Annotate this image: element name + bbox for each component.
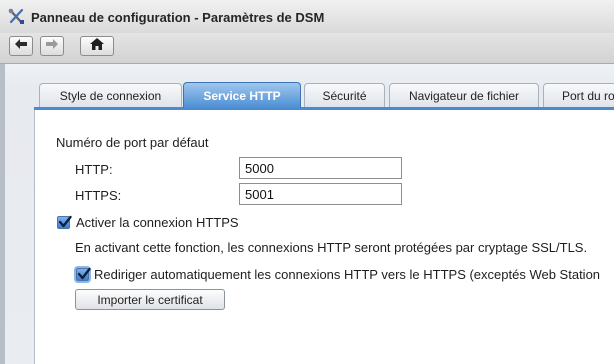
tab-port-du-routeur[interactable]: Port du ro (543, 83, 614, 107)
import-certificate-label: Importer le certificat (97, 292, 203, 307)
tab-label: Port du ro (562, 88, 614, 103)
redirect-https-label: Rediriger automatiquement les connexions… (94, 267, 601, 282)
arrow-right-icon (45, 37, 59, 55)
window-title: Panneau de configuration - Paramètres de… (31, 10, 325, 25)
redirect-https-checkbox[interactable] (76, 267, 91, 281)
tab-label: Style de connexion (59, 88, 162, 103)
tab-securite[interactable]: Sécurité (304, 83, 385, 107)
title-bar: Panneau de configuration - Paramètres de… (0, 0, 614, 34)
https-port-input[interactable] (239, 183, 402, 205)
http-port-input[interactable] (239, 157, 402, 179)
back-button[interactable] (9, 36, 33, 56)
home-icon (89, 37, 105, 56)
tab-label: Sécurité (322, 88, 367, 103)
tab-label: Navigateur de fichier (408, 88, 520, 103)
enable-https-checkbox[interactable] (57, 215, 72, 229)
home-button[interactable] (80, 36, 114, 56)
checkmark-icon (77, 267, 91, 280)
tab-bar: Style de connexion Service HTTP Sécurité… (5, 64, 614, 110)
http-port-label: HTTP: (75, 162, 113, 177)
tab-style-de-connexion[interactable]: Style de connexion (39, 83, 182, 107)
https-description: En activant cette fonction, les connexio… (75, 240, 588, 255)
arrow-left-icon (14, 37, 28, 55)
tab-service-http[interactable]: Service HTTP (183, 82, 301, 108)
control-panel-tools-icon (7, 7, 26, 26)
import-certificate-button[interactable]: Importer le certificat (75, 289, 225, 310)
settings-content: Style de connexion Service HTTP Sécurité… (5, 64, 614, 364)
dsm-settings-window: Panneau de configuration - Paramètres de… (0, 0, 614, 364)
checkmark-icon (58, 215, 72, 228)
navigation-toolbar (0, 33, 614, 64)
enable-https-label: Activer la connexion HTTPS (76, 215, 239, 230)
default-port-heading: Numéro de port par défaut (56, 135, 209, 150)
https-port-label: HTTPS: (75, 188, 122, 203)
tab-label: Service HTTP (203, 88, 281, 103)
http-service-panel: Numéro de port par défaut HTTP: HTTPS: A… (34, 110, 614, 364)
forward-button[interactable] (40, 36, 64, 56)
tab-navigateur-de-fichier[interactable]: Navigateur de fichier (389, 83, 539, 107)
